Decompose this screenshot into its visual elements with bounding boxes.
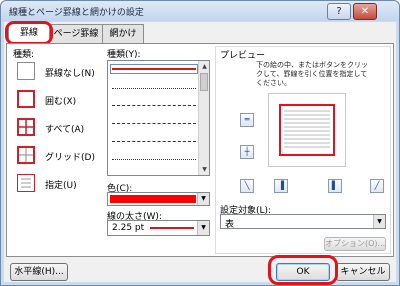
style-scrollbar[interactable]: ▲ ▼: [198, 61, 209, 175]
left-border-button[interactable]: ▐: [274, 179, 288, 193]
width-combo[interactable]: 2.25 pt ▼: [107, 220, 210, 236]
width-dropdown-icon[interactable]: ▼: [197, 221, 209, 235]
style-item-dashed-small[interactable]: [112, 105, 196, 106]
setting-box-label[interactable]: 囲む(X): [45, 94, 76, 107]
preview-text-lines: [284, 110, 330, 148]
right-border-button[interactable]: ▌: [328, 179, 342, 193]
diagonal-down-button[interactable]: ╲: [240, 179, 254, 193]
dialog-body: 罫線 ページ罫線 網かけ 種類: 罫線なし(N) 囲む(X) すべて(A) グリ…: [4, 21, 396, 285]
preview-instruction: 下の絵の中、またはボタンをクリックして、罫線を引く位置を指定してください。: [256, 61, 368, 87]
top-border-button[interactable]: ═: [240, 113, 254, 127]
setting-none-label[interactable]: 罫線なし(N): [45, 66, 95, 79]
style-item-dash-dot[interactable]: [112, 141, 196, 142]
middle-border-button[interactable]: ┼: [240, 145, 254, 159]
preview-group: プレビュー 下の絵の中、またはボタンをクリックして、罫線を引く位置を指定してくだ…: [215, 46, 391, 254]
cancel-button[interactable]: キャンセル: [336, 263, 390, 281]
color-dropdown-icon[interactable]: ▼: [197, 193, 209, 205]
tab-page-border[interactable]: ページ罫線: [49, 24, 103, 43]
preview-table[interactable]: [279, 104, 335, 156]
preview-canvas[interactable]: [268, 93, 346, 167]
tab-panel: 種類: 罫線なし(N) 囲む(X) すべて(A) グリッド(D) 指定(U) 種…: [6, 43, 394, 257]
setting-box-icon[interactable]: [17, 90, 35, 108]
apply-to-combo[interactable]: 表 ▼: [220, 214, 386, 230]
setting-grid-icon[interactable]: [17, 146, 35, 164]
help-button[interactable]: ?: [327, 3, 351, 20]
color-combo[interactable]: ▼: [107, 192, 210, 206]
tab-borders[interactable]: 罫線: [8, 23, 50, 44]
style-heading: 種類(Y):: [107, 50, 141, 60]
color-swatch: [110, 195, 196, 203]
scroll-thumb[interactable]: [200, 73, 208, 91]
title-bar: 線種とページ罫線と網かけの設定 ? ✕: [1, 1, 399, 21]
setting-all-label[interactable]: すべて(A): [45, 122, 84, 135]
apply-to-dropdown-icon[interactable]: ▼: [373, 215, 385, 228]
style-item-dash-dot-dot[interactable]: [112, 159, 196, 160]
diagonal-up-button[interactable]: ╱: [370, 179, 384, 193]
custom-pen-icon: [21, 178, 31, 188]
scroll-down-icon[interactable]: ▼: [200, 165, 209, 174]
ok-button[interactable]: OK: [276, 263, 330, 281]
scroll-up-icon[interactable]: ▲: [200, 62, 209, 71]
all-grid-icon: [19, 120, 33, 134]
close-button[interactable]: ✕: [353, 3, 377, 20]
setting-heading: 種類:: [13, 50, 35, 60]
style-item-dotted[interactable]: [112, 88, 196, 89]
setting-custom-icon[interactable]: [17, 174, 35, 192]
tab-shading[interactable]: 網かけ: [102, 24, 144, 43]
setting-grid-label[interactable]: グリッド(D): [45, 150, 95, 163]
apply-to-value: 表: [225, 220, 235, 230]
options-button[interactable]: オプション(O)...: [324, 237, 386, 251]
style-item-solid[interactable]: [112, 68, 196, 70]
setting-all-icon[interactable]: [17, 118, 35, 136]
grid-lines-icon: [19, 148, 33, 162]
dialog-window: 線種とページ罫線と網かけの設定 ? ✕ 罫線 ページ罫線 網かけ 種類: 罫線な…: [0, 0, 400, 286]
line-style-list[interactable]: ▲ ▼: [107, 60, 210, 176]
width-sample-line: [150, 227, 194, 229]
horizontal-line-button[interactable]: 水平線(H)...: [10, 263, 68, 281]
style-item-dashed[interactable]: [112, 123, 196, 124]
width-value: 2.25 pt: [112, 223, 145, 233]
preview-heading: プレビュー: [220, 51, 266, 61]
setting-custom-label[interactable]: 指定(U): [45, 178, 77, 191]
setting-none-icon[interactable]: [17, 62, 35, 80]
window-title: 線種とページ罫線と網かけの設定: [9, 8, 144, 18]
